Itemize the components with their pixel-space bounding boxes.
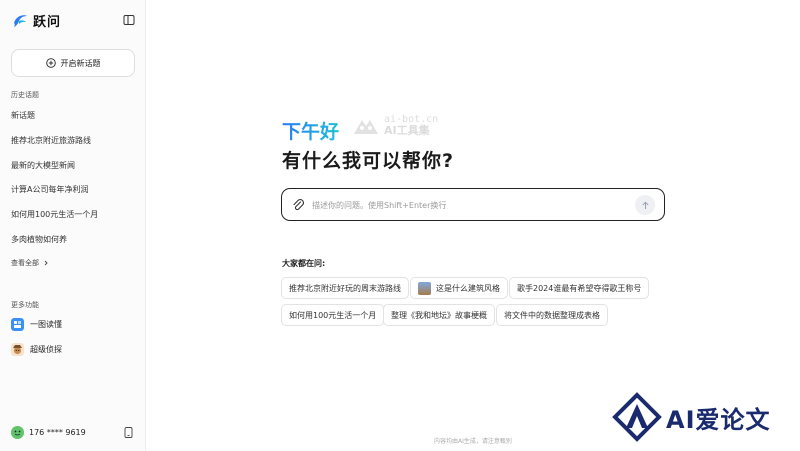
history-item[interactable]: 新话题 — [11, 110, 35, 121]
send-button[interactable] — [635, 195, 655, 215]
feature-label: 超级侦探 — [30, 345, 62, 354]
feature-item-picture-book[interactable]: 一图读懂 — [11, 318, 62, 331]
user-account[interactable]: 176 **** 9619 — [11, 426, 86, 439]
sidebar: 跃问 开启新话题 历史话题 新话题 推荐北京附近旅游路线 最新的大模型新闻 计算… — [0, 0, 146, 451]
view-all-label: 查看全部 — [11, 259, 39, 267]
brand[interactable]: 跃问 — [12, 11, 61, 30]
new-topic-label: 开启新话题 — [60, 58, 101, 68]
detective-avatar-icon — [11, 343, 24, 356]
plus-circle-icon — [45, 58, 56, 68]
building-image-icon — [418, 281, 431, 295]
watermark-text: ai-bot.cn AI工具集 — [384, 115, 438, 137]
history-item[interactable]: 推荐北京附近旅游路线 — [11, 135, 91, 146]
suggestion-chip[interactable]: 整理《我和地坛》故事梗概 — [383, 304, 495, 326]
feature-label: 一图读懂 — [30, 320, 62, 329]
new-topic-button[interactable]: 开启新话题 — [11, 49, 135, 77]
paperclip-icon[interactable] — [292, 198, 304, 211]
history-item[interactable]: 最新的大模型新闻 — [11, 160, 75, 171]
chat-input[interactable] — [312, 197, 612, 213]
suggestion-text: 将文件中的数据整理成表格 — [504, 310, 600, 320]
main-area: 下午好 ai-bot.cn AI工具集 有什么我可以帮你? 大家都在问: 推荐北… — [147, 0, 800, 451]
suggestion-chip[interactable]: 如何用100元生活一个月 — [281, 304, 385, 326]
sidebar-toggle-icon[interactable] — [123, 14, 135, 26]
page-title: 有什么我可以帮你? — [282, 150, 455, 172]
popular-questions-label: 大家都在问: — [282, 259, 326, 268]
feature-item-super-detective[interactable]: 超级侦探 — [11, 343, 62, 356]
robot-watermark-icon — [354, 119, 378, 134]
chevron-right-icon — [44, 260, 48, 266]
view-all-link[interactable]: 查看全部 — [11, 258, 49, 268]
mobile-device-icon[interactable] — [124, 427, 133, 438]
suggestion-text: 推荐北京附近好玩的周末游路线 — [289, 283, 401, 293]
corner-brand-text: AI爱论文 — [666, 405, 771, 434]
suggestion-chip[interactable]: 歌手2024谁最有希望夺得歌王称号 — [509, 277, 650, 299]
suggestion-chip[interactable]: 将文件中的数据整理成表格 — [496, 304, 608, 326]
suggestion-text: 整理《我和地坛》故事梗概 — [391, 310, 487, 320]
suggestion-text: 这是什么建筑风格 — [436, 283, 500, 293]
watermark: ai-bot.cn AI工具集 — [352, 115, 438, 136]
dolphin-logo-icon — [14, 14, 27, 27]
app-name: 跃问 — [33, 15, 62, 30]
user-phone: 176 **** 9619 — [29, 428, 86, 437]
avatar-icon — [11, 426, 24, 439]
suggestion-text: 歌手2024谁最有希望夺得歌王称号 — [517, 283, 642, 293]
more-features-label: 更多功能 — [11, 301, 39, 309]
picture-book-icon — [11, 318, 24, 331]
chat-input-box — [281, 188, 665, 221]
ai-lunwen-logo-icon — [612, 392, 662, 442]
corner-brand-logo: AI爱论文 — [612, 392, 771, 442]
arrow-up-icon — [641, 201, 649, 209]
history-item[interactable]: 如何用100元生活一个月 — [11, 209, 98, 220]
suggestion-chip[interactable]: 这是什么建筑风格 — [410, 277, 508, 299]
watermark-line2: AI工具集 — [384, 124, 430, 137]
history-item[interactable]: 计算A公司每年净利润 — [11, 184, 88, 195]
suggestion-chip[interactable]: 推荐北京附近好玩的周末游路线 — [281, 277, 409, 299]
greeting: 下午好 — [282, 117, 339, 144]
suggestion-text: 如何用100元生活一个月 — [289, 310, 377, 320]
history-item[interactable]: 多肉植物如何养 — [11, 234, 67, 245]
ai-disclaimer: 内容均由AI生成，请注意甄别 — [434, 438, 512, 445]
history-section-label: 历史话题 — [11, 91, 39, 99]
